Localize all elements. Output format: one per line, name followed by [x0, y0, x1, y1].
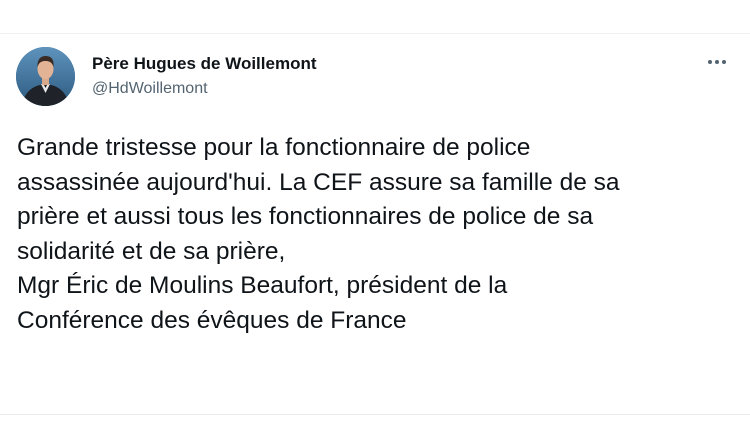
tweet-text-line: prière et aussi tous les fonctionnaires …: [17, 203, 594, 230]
tweet-card: Père Hugues de Woillemont @HdWoillemont …: [0, 0, 750, 422]
more-options-icon: [708, 60, 726, 64]
tweet-text-line: Grande tristesse pour la fonctionnaire d…: [17, 134, 531, 161]
tweet-text-line: solidarité et de sa prière,: [17, 237, 286, 265]
top-divider: [0, 33, 750, 34]
tweet-author: Père Hugues de Woillemont @HdWoillemont: [92, 54, 317, 98]
bottom-divider: [0, 414, 750, 415]
tweet-text-line: assassinée aujourd'hui. La CEF assure sa…: [17, 168, 620, 196]
profile-photo-icon: [16, 47, 75, 106]
more-options-button[interactable]: [700, 52, 734, 72]
tweet-text-line: Conférence des évêques de France: [17, 306, 407, 334]
tweet-text: Grande tristesse pour la fonctionnaire d…: [17, 131, 732, 338]
avatar[interactable]: [16, 47, 75, 106]
display-name[interactable]: Père Hugues de Woillemont: [92, 54, 317, 74]
user-handle[interactable]: @HdWoillemont: [92, 80, 317, 98]
tweet-text-line: Mgr Éric de Moulins Beaufort, président …: [17, 272, 508, 299]
